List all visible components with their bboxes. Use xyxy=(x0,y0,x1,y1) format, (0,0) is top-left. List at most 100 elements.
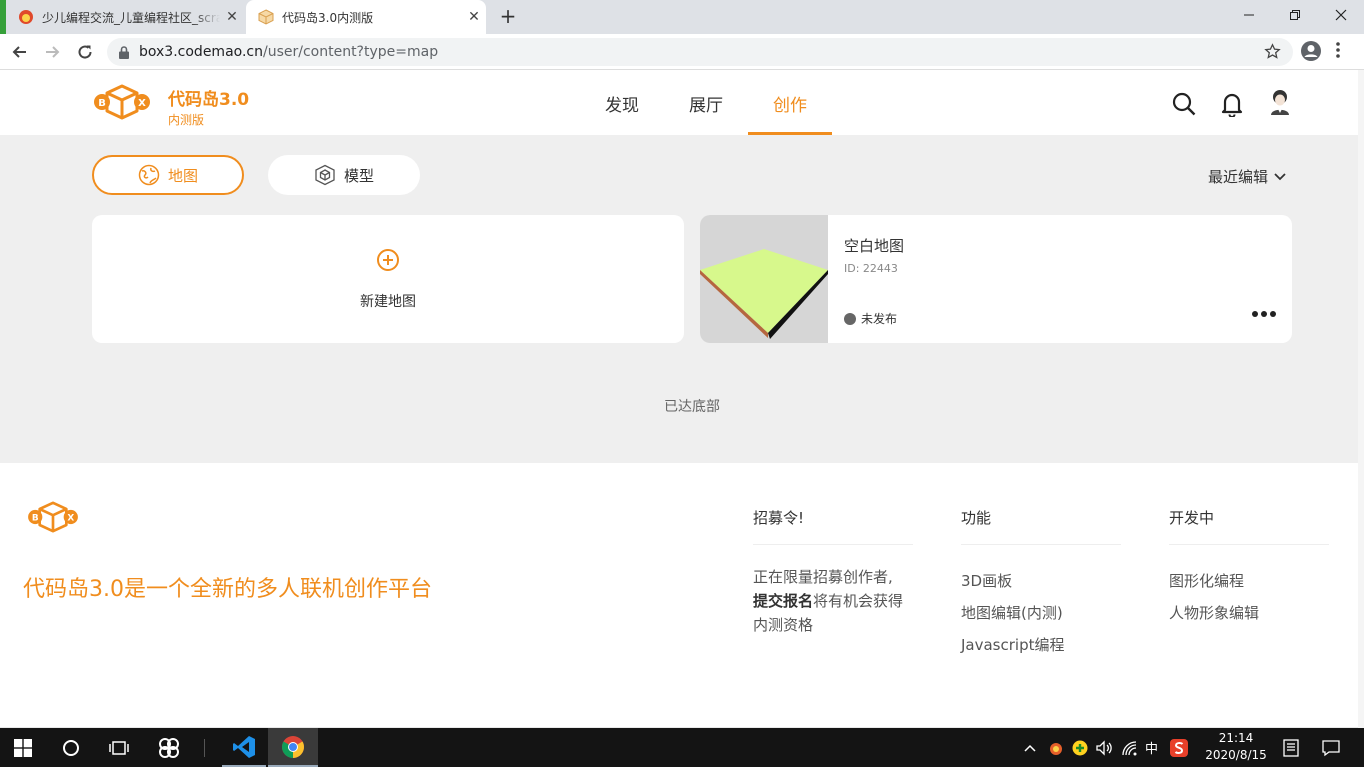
wifi-icon[interactable] xyxy=(1121,728,1139,767)
tab-close-icon[interactable]: ✕ xyxy=(462,9,486,25)
clock-time: 21:14 xyxy=(1218,731,1254,745)
address-bar[interactable]: box3.codemao.cn/user/content?type=map xyxy=(107,38,1293,66)
bookmark-star-icon[interactable] xyxy=(1264,43,1281,64)
codemao-favicon xyxy=(19,10,33,24)
status-dot-icon xyxy=(844,312,856,325)
footer-recruit-column: 招募令! 正在限量招募创作者, 提交报名将有机会获得内测资格 xyxy=(753,507,913,637)
chevron-down-icon xyxy=(1274,172,1286,180)
search-icon[interactable] xyxy=(1172,92,1196,120)
map-id: ID: 22443 xyxy=(844,262,898,275)
footer-features-column: 功能 3D画板 地图编辑(内测) Javascript编程 xyxy=(961,507,1121,661)
restore-icon xyxy=(1290,10,1300,20)
sort-label: 最近编辑 xyxy=(1208,168,1269,186)
plus-circle-icon xyxy=(377,249,399,271)
nav-discover[interactable]: 发现 xyxy=(580,71,664,135)
browser-tab-scratch[interactable]: 少儿编程交流_儿童编程社区_scratch ✕ xyxy=(8,0,244,34)
taskbar-app-vscode[interactable] xyxy=(222,728,266,767)
bell-icon[interactable] xyxy=(1220,91,1244,121)
new-map-label: 新建地图 xyxy=(360,294,416,310)
footer-dev-heading: 开发中 xyxy=(1169,507,1329,545)
taskbar-search-button[interactable] xyxy=(48,728,94,767)
pinwheel-app-icon xyxy=(159,737,179,758)
start-button[interactable] xyxy=(0,728,46,767)
window-restore-button[interactable] xyxy=(1272,0,1318,30)
svg-text:X: X xyxy=(67,514,74,524)
new-map-card[interactable]: 新建地图 xyxy=(92,215,684,343)
arrow-right-icon xyxy=(46,46,60,58)
tray-overflow-chevron-icon[interactable] xyxy=(1024,728,1036,767)
profile-icon[interactable] xyxy=(1300,40,1322,66)
notes-icon[interactable] xyxy=(1282,728,1300,767)
url-path: /user/content?type=map xyxy=(262,44,439,60)
taskbar-app-chrome[interactable] xyxy=(268,728,318,767)
chrome-icon xyxy=(282,735,304,758)
footer-link-map-editor[interactable]: 地图编辑(内测) xyxy=(961,597,1121,629)
tab-model[interactable]: 模型 xyxy=(268,155,420,195)
svg-text:X: X xyxy=(138,98,146,109)
footer-link-avatar-editor[interactable]: 人物形象编辑 xyxy=(1169,597,1329,629)
taskbar-separator xyxy=(204,739,205,757)
recruit-text-1: 正在限量招募创作者, xyxy=(753,568,893,586)
svg-text:B: B xyxy=(98,98,106,109)
taskbar-app-pinwheel[interactable] xyxy=(146,728,192,767)
map-thumbnail xyxy=(700,215,828,343)
tab-close-icon[interactable]: ✕ xyxy=(220,9,244,25)
box3-favicon xyxy=(258,9,274,25)
browser-menu-icon[interactable] xyxy=(1336,42,1340,62)
browser-tab-bar: 少儿编程交流_儿童编程社区_scratch ✕ 代码岛3.0内测版 ✕ + xyxy=(0,0,1364,62)
box3-logo-icon[interactable]: B X xyxy=(93,84,151,120)
tray-app-icon[interactable] xyxy=(1048,728,1064,767)
action-center-icon[interactable] xyxy=(1322,728,1340,767)
footer-link-3d-canvas[interactable]: 3D画板 xyxy=(961,565,1121,597)
tab-map-label: 地图 xyxy=(167,166,198,185)
end-of-list-text: 已达底部 xyxy=(664,399,720,415)
sort-dropdown[interactable]: 最近编辑 xyxy=(1208,166,1286,187)
windows-logo-icon xyxy=(14,738,32,757)
cortana-circle-icon xyxy=(63,739,79,756)
window-minimize-button[interactable] xyxy=(1226,0,1272,30)
window-close-button[interactable] xyxy=(1318,0,1364,30)
back-button[interactable] xyxy=(8,40,32,64)
tray-plus-icon[interactable] xyxy=(1072,728,1088,767)
map-status-label: 未发布 xyxy=(861,312,898,326)
footer-recruit-desc: 正在限量招募创作者, 提交报名将有机会获得内测资格 xyxy=(753,565,913,637)
tab-title: 少儿编程交流_儿童编程社区_scratch xyxy=(42,10,220,25)
browser-toolbar: box3.codemao.cn/user/content?type=map xyxy=(0,34,1364,70)
forward-button[interactable] xyxy=(40,40,64,64)
sogou-ime-icon[interactable] xyxy=(1170,728,1188,767)
site-footer: B X 代码岛3.0是一个全新的多人联机创作平台 招募令! 正在限量招募创作者,… xyxy=(0,463,1364,728)
page-scrollbar[interactable] xyxy=(1358,70,1364,728)
task-view-button[interactable] xyxy=(96,728,142,767)
lock-icon xyxy=(119,45,129,59)
browser-tab-box3[interactable]: 代码岛3.0内测版 ✕ xyxy=(246,0,486,34)
main-nav: 发现 展厅 创作 xyxy=(580,71,832,135)
map-card[interactable]: 空白地图 ID: 22443 未发布 xyxy=(700,215,1292,343)
globe-icon xyxy=(138,164,160,186)
url-host: box3.codemao.cn xyxy=(139,44,263,60)
reload-icon xyxy=(78,45,92,59)
vscode-icon xyxy=(233,735,255,758)
ime-indicator[interactable]: 中 xyxy=(1145,728,1158,767)
system-clock[interactable]: 21:14 2020/8/15 xyxy=(1196,730,1276,764)
status-badge: 未发布 xyxy=(844,310,897,327)
footer-recruit-heading: 招募令! xyxy=(753,507,913,545)
volume-icon[interactable] xyxy=(1096,728,1114,767)
tab-model-label: 模型 xyxy=(343,166,374,185)
svg-text:B: B xyxy=(32,514,39,524)
brand-title[interactable]: 代码岛3.0 xyxy=(168,85,249,110)
brand-subtitle: 内测版 xyxy=(168,113,205,127)
cube-icon xyxy=(314,164,336,186)
footer-link-javascript[interactable]: Javascript编程 xyxy=(961,629,1121,661)
windows-taskbar: 中 21:14 2020/8/15 xyxy=(0,728,1364,767)
user-avatar[interactable] xyxy=(1268,89,1292,115)
nav-create[interactable]: 创作 xyxy=(748,71,832,135)
more-options-icon[interactable] xyxy=(1252,311,1276,317)
reload-button[interactable] xyxy=(73,40,97,64)
signup-link[interactable]: 提交报名 xyxy=(753,592,813,610)
footer-dev-column: 开发中 图形化编程 人物形象编辑 xyxy=(1169,507,1329,629)
tab-map[interactable]: 地图 xyxy=(92,155,244,195)
close-icon xyxy=(1335,9,1347,21)
new-tab-button[interactable]: + xyxy=(496,5,520,29)
footer-link-visual-coding[interactable]: 图形化编程 xyxy=(1169,565,1329,597)
nav-gallery[interactable]: 展厅 xyxy=(664,71,748,135)
